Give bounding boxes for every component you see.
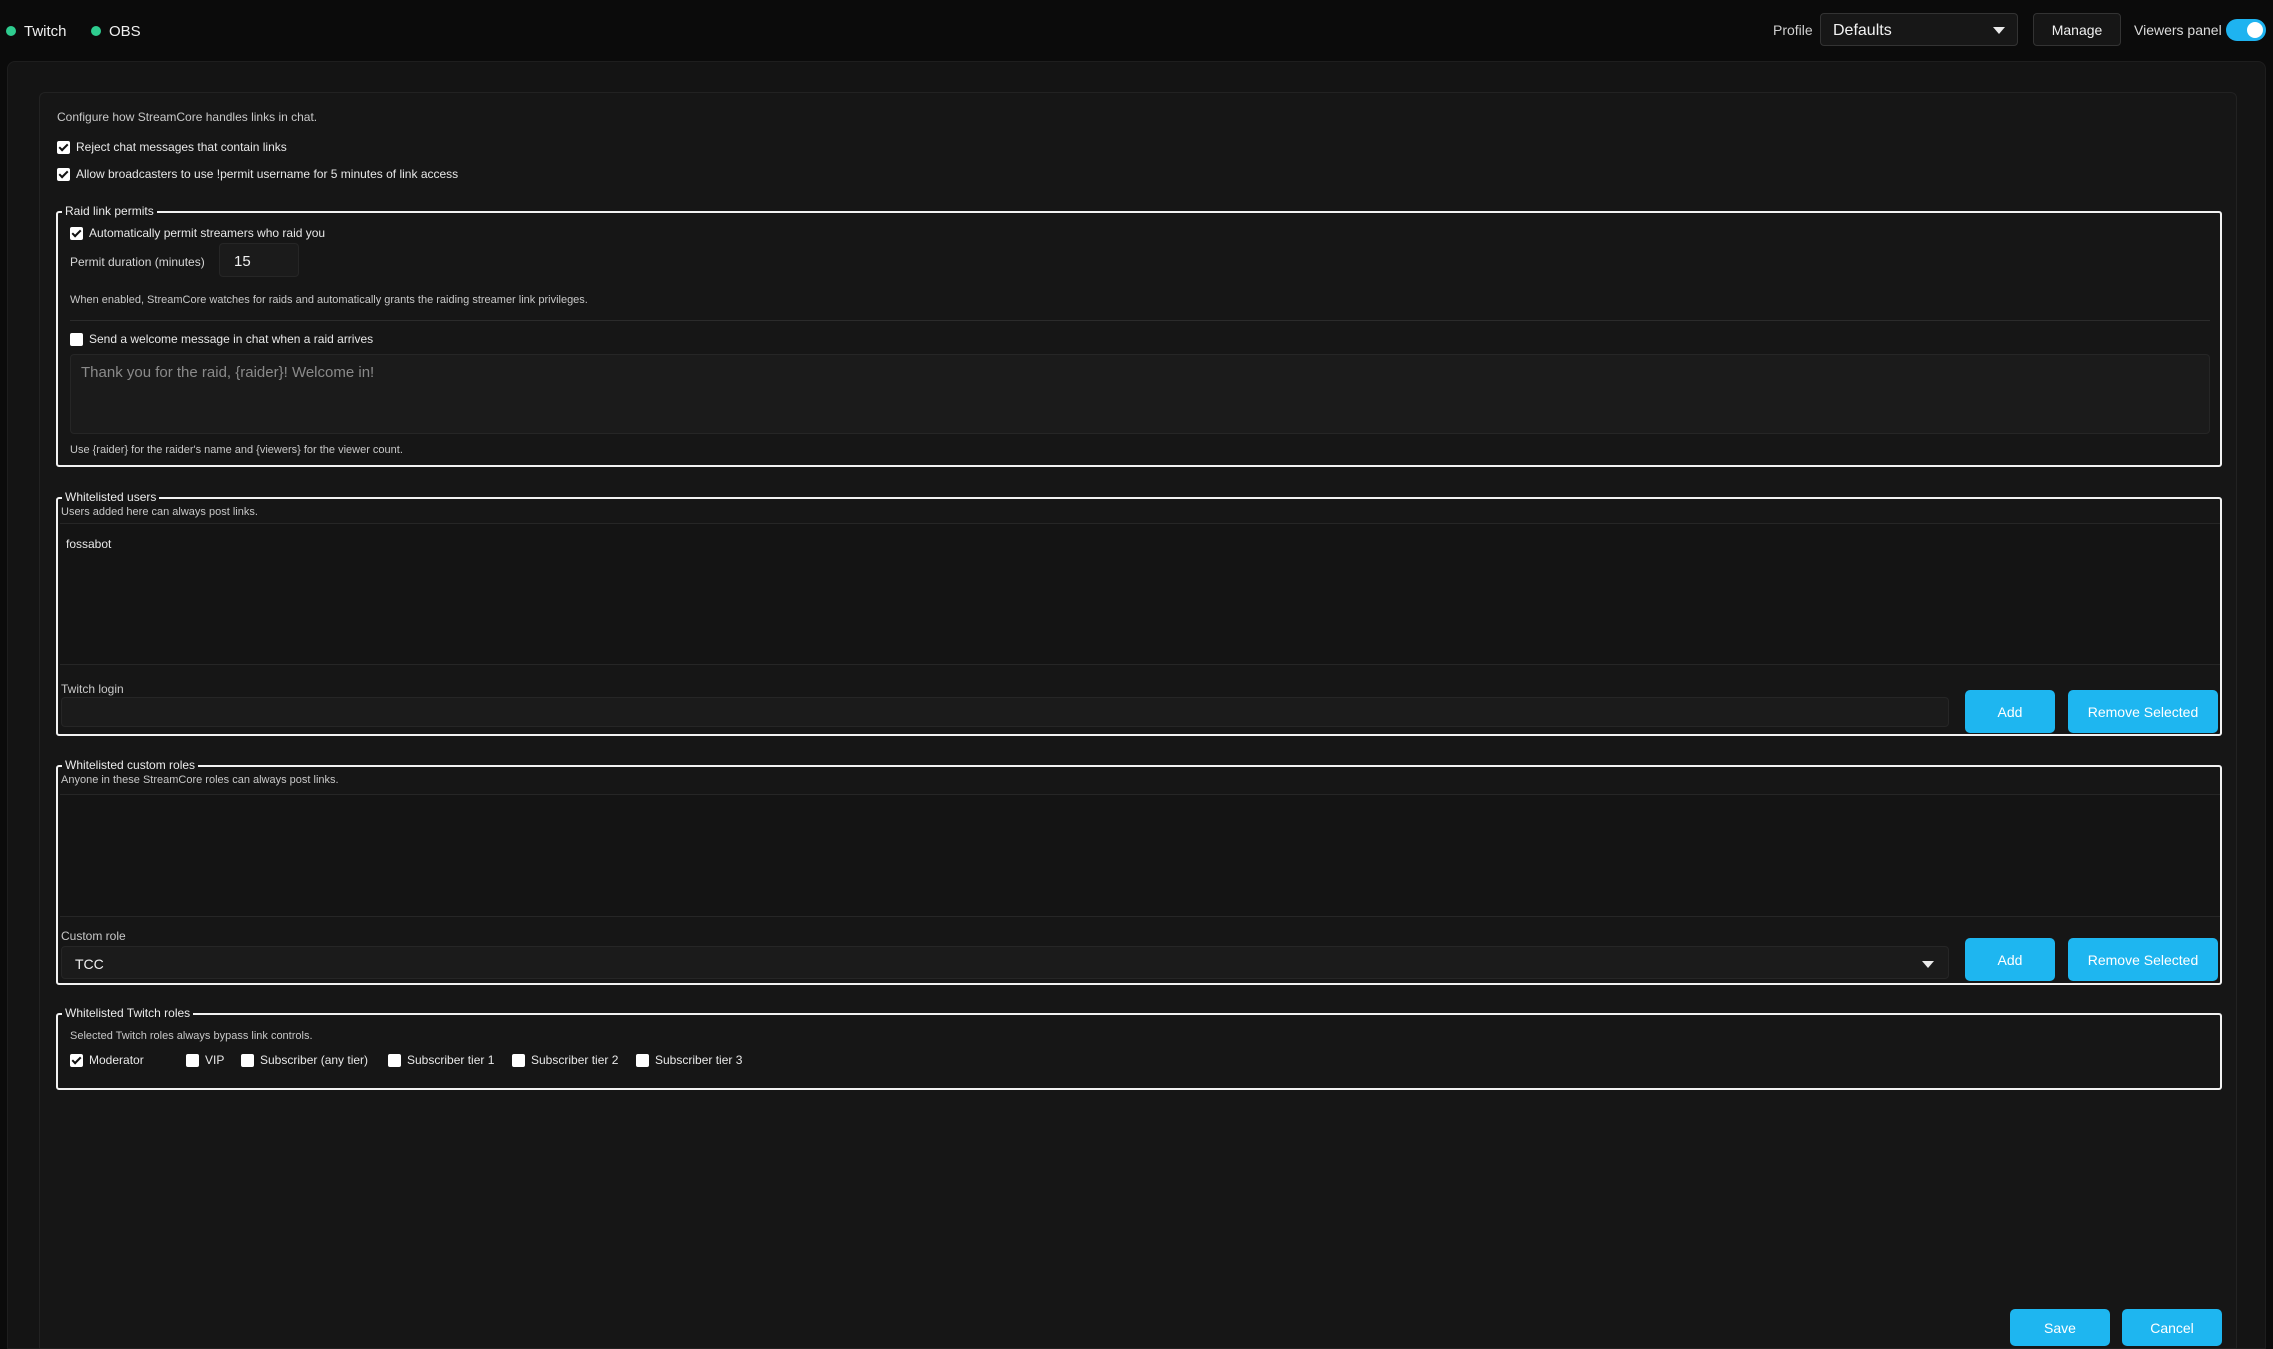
permit-duration-input[interactable]: 15 <box>219 243 299 277</box>
checkbox-checked[interactable] <box>57 140 70 154</box>
allow-permit-label: Allow broadcasters to use !permit userna… <box>76 167 459 181</box>
twitch-status-dot <box>6 26 16 36</box>
role-subscriber-tier1-checkbox[interactable]: Subscriber tier 1 <box>388 1052 494 1068</box>
role-subscriber-tier3-checkbox[interactable]: Subscriber tier 3 <box>636 1052 742 1068</box>
welcome-message-checkbox[interactable]: Send a welcome message in chat when a ra… <box>70 331 373 347</box>
role-subscriber-any-checkbox[interactable]: Subscriber (any tier) <box>241 1052 368 1068</box>
auto-permit-hint: When enabled, StreamCore watches for rai… <box>70 294 588 306</box>
viewers-panel-label: Viewers panel <box>2134 22 2222 38</box>
role-vip-label: VIP <box>205 1053 225 1067</box>
welcome-message-label: Send a welcome message in chat when a ra… <box>89 332 374 346</box>
twitch-connection: Twitch <box>6 22 67 40</box>
raid-permits-legend: Raid link permits <box>62 204 157 218</box>
checkbox-unchecked[interactable] <box>512 1053 525 1067</box>
manage-button[interactable]: Manage <box>2033 13 2121 46</box>
save-button[interactable]: Save <box>2010 1309 2110 1346</box>
add-user-button[interactable]: Add <box>1965 690 2055 733</box>
twitch-connection-label: Twitch <box>24 22 67 40</box>
obs-status-dot <box>91 26 101 36</box>
obs-connection-label: OBS <box>109 22 141 40</box>
chevron-down-icon <box>1922 961 1934 968</box>
allow-permit-checkbox[interactable]: Allow broadcasters to use !permit userna… <box>57 166 458 182</box>
list-item[interactable]: fossabot <box>66 537 111 551</box>
custom-roles-hint: Anyone in these StreamCore roles can alw… <box>61 774 339 786</box>
role-subscriber-tier3-label: Subscriber tier 3 <box>655 1053 743 1067</box>
permit-duration-label: Permit duration (minutes) <box>70 255 205 269</box>
permit-duration-value: 15 <box>234 253 251 270</box>
whitelisted-users-legend: Whitelisted users <box>62 490 160 504</box>
custom-role-label: Custom role <box>61 929 126 943</box>
auto-permit-label: Automatically permit streamers who raid … <box>89 226 326 240</box>
profile-label: Profile <box>1773 22 1813 38</box>
whitelisted-custom-roles-group: Whitelisted custom roles Anyone in these… <box>56 758 2222 985</box>
twitch-roles-hint: Selected Twitch roles always bypass link… <box>70 1030 313 1042</box>
twitch-login-input[interactable] <box>61 697 1949 727</box>
role-moderator-label: Moderator <box>89 1053 144 1067</box>
checkbox-checked[interactable] <box>70 226 83 240</box>
custom-role-select[interactable]: TCC <box>61 946 1949 979</box>
profile-select[interactable]: Defaults <box>1820 13 2018 46</box>
custom-roles-list[interactable] <box>60 794 2220 917</box>
raid-permits-group: Raid link permits Automatically permit s… <box>56 204 2222 467</box>
viewers-panel-toggle[interactable] <box>2226 19 2266 41</box>
toggle-knob <box>2247 22 2263 38</box>
custom-role-select-value: TCC <box>75 956 104 972</box>
whitelisted-twitch-roles-group: Whitelisted Twitch roles Selected Twitch… <box>56 1006 2222 1090</box>
checkbox-checked[interactable] <box>57 167 70 181</box>
whitelisted-custom-roles-legend: Whitelisted custom roles <box>62 758 199 772</box>
role-subscriber-any-label: Subscriber (any tier) <box>260 1053 369 1067</box>
checkbox-unchecked[interactable] <box>241 1053 254 1067</box>
role-subscriber-tier2-label: Subscriber tier 2 <box>531 1053 619 1067</box>
top-bar: Twitch OBS Profile Defaults Manage Viewe… <box>0 0 2273 60</box>
checkbox-checked[interactable] <box>70 1053 83 1067</box>
obs-connection: OBS <box>91 22 141 40</box>
whitelisted-twitch-roles-legend: Whitelisted Twitch roles <box>62 1006 194 1020</box>
add-custom-role-button[interactable]: Add <box>1965 938 2055 981</box>
checkbox-unchecked[interactable] <box>636 1053 649 1067</box>
cancel-button[interactable]: Cancel <box>2122 1309 2222 1346</box>
twitch-login-label: Twitch login <box>61 682 124 696</box>
profile-select-value: Defaults <box>1833 22 1892 39</box>
whitelisted-users-list[interactable]: fossabot <box>60 523 2220 665</box>
checkbox-unchecked[interactable] <box>186 1053 199 1067</box>
welcome-message-placeholder: Thank you for the raid, {raider}! Welcom… <box>81 364 375 381</box>
remove-selected-roles-button[interactable]: Remove Selected <box>2068 938 2218 981</box>
chevron-down-icon <box>1993 27 2005 34</box>
whitelisted-users-group: Whitelisted users Users added here can a… <box>56 490 2222 736</box>
reject-links-label: Reject chat messages that contain links <box>76 140 287 154</box>
role-moderator-checkbox[interactable]: Moderator <box>70 1052 144 1068</box>
role-vip-checkbox[interactable]: VIP <box>186 1052 224 1068</box>
raid-divider <box>70 320 2210 321</box>
reject-links-checkbox[interactable]: Reject chat messages that contain links <box>57 139 287 155</box>
role-subscriber-tier1-label: Subscriber tier 1 <box>407 1053 495 1067</box>
role-subscriber-tier2-checkbox[interactable]: Subscriber tier 2 <box>512 1052 618 1068</box>
auto-permit-checkbox[interactable]: Automatically permit streamers who raid … <box>70 225 325 241</box>
welcome-message-hint: Use {raider} for the raider's name and {… <box>70 444 403 456</box>
welcome-message-textarea[interactable]: Thank you for the raid, {raider}! Welcom… <box>70 354 2210 434</box>
checkbox-unchecked[interactable] <box>70 332 83 346</box>
remove-selected-users-button[interactable]: Remove Selected <box>2068 690 2218 733</box>
whitelisted-users-hint: Users added here can always post links. <box>61 506 258 518</box>
checkbox-unchecked[interactable] <box>388 1053 401 1067</box>
links-intro: Configure how StreamCore handles links i… <box>57 110 318 124</box>
links-settings-panel: Configure how StreamCore handles links i… <box>39 92 2237 1349</box>
